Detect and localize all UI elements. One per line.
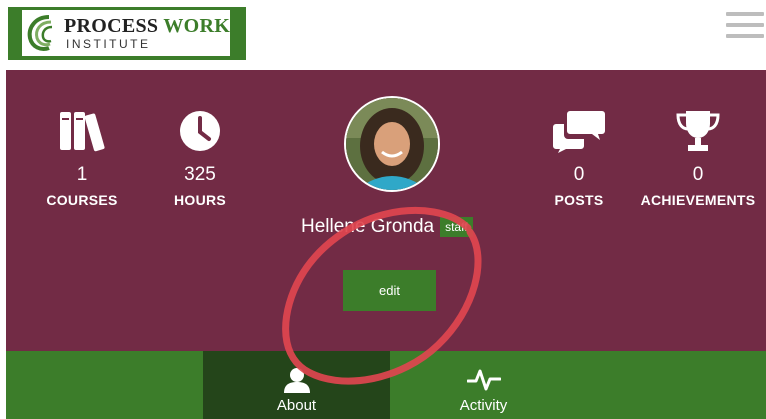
activity-pulse-icon — [466, 369, 501, 391]
avatar[interactable] — [344, 96, 440, 192]
staff-badge: staff — [440, 217, 473, 237]
logo-swirl-icon — [27, 15, 53, 51]
achievements-label: ACHIEVEMENTS — [640, 192, 756, 208]
posts-count: 0 — [573, 164, 585, 185]
tab-activity-label: Activity — [459, 397, 508, 414]
menu-bar — [726, 23, 764, 27]
achievements-count: 0 — [692, 164, 704, 185]
chat-bubbles-icon — [553, 111, 605, 153]
hours-label: HOURS — [173, 192, 227, 208]
stat-courses[interactable]: 1 COURSES — [22, 106, 142, 208]
site-logo[interactable]: PROCESS WORK INSTITUTE — [8, 7, 246, 60]
edit-profile-button[interactable]: edit — [343, 270, 436, 311]
menu-bar — [726, 12, 764, 16]
avatar-photo — [346, 98, 438, 190]
courses-count: 1 — [76, 164, 88, 185]
hamburger-menu-button[interactable] — [726, 12, 766, 42]
hours-count: 325 — [184, 164, 216, 185]
profile-tabs: About Activity — [6, 351, 766, 419]
tab-activity[interactable]: Activity — [390, 351, 577, 419]
posts-label: POSTS — [554, 192, 604, 208]
menu-bar — [726, 34, 764, 38]
logo-subtitle: INSTITUTE — [66, 37, 151, 51]
books-icon — [60, 112, 105, 152]
trophy-icon — [676, 111, 720, 151]
profile-name-row: Hellene Gronda staff — [301, 216, 473, 240]
profile-panel: 1 COURSES 325 HOURS 0 POSTS 0 ACHIEVEMEN… — [6, 70, 766, 351]
stat-hours[interactable]: 325 HOURS — [140, 106, 260, 208]
stat-achievements[interactable]: 0 ACHIEVEMENTS — [638, 106, 758, 208]
stat-posts[interactable]: 0 POSTS — [519, 106, 639, 208]
tab-about-label: About — [276, 397, 317, 414]
logo-title: PROCESS WORK — [64, 15, 231, 37]
profile-name: Hellene Gronda — [301, 216, 435, 237]
site-header: PROCESS WORK INSTITUTE — [0, 0, 766, 70]
courses-label: COURSES — [46, 192, 118, 208]
tab-about[interactable]: About — [203, 351, 390, 419]
person-icon — [283, 368, 310, 393]
logo-panel: PROCESS WORK INSTITUTE — [22, 10, 230, 56]
clock-icon — [180, 111, 220, 151]
